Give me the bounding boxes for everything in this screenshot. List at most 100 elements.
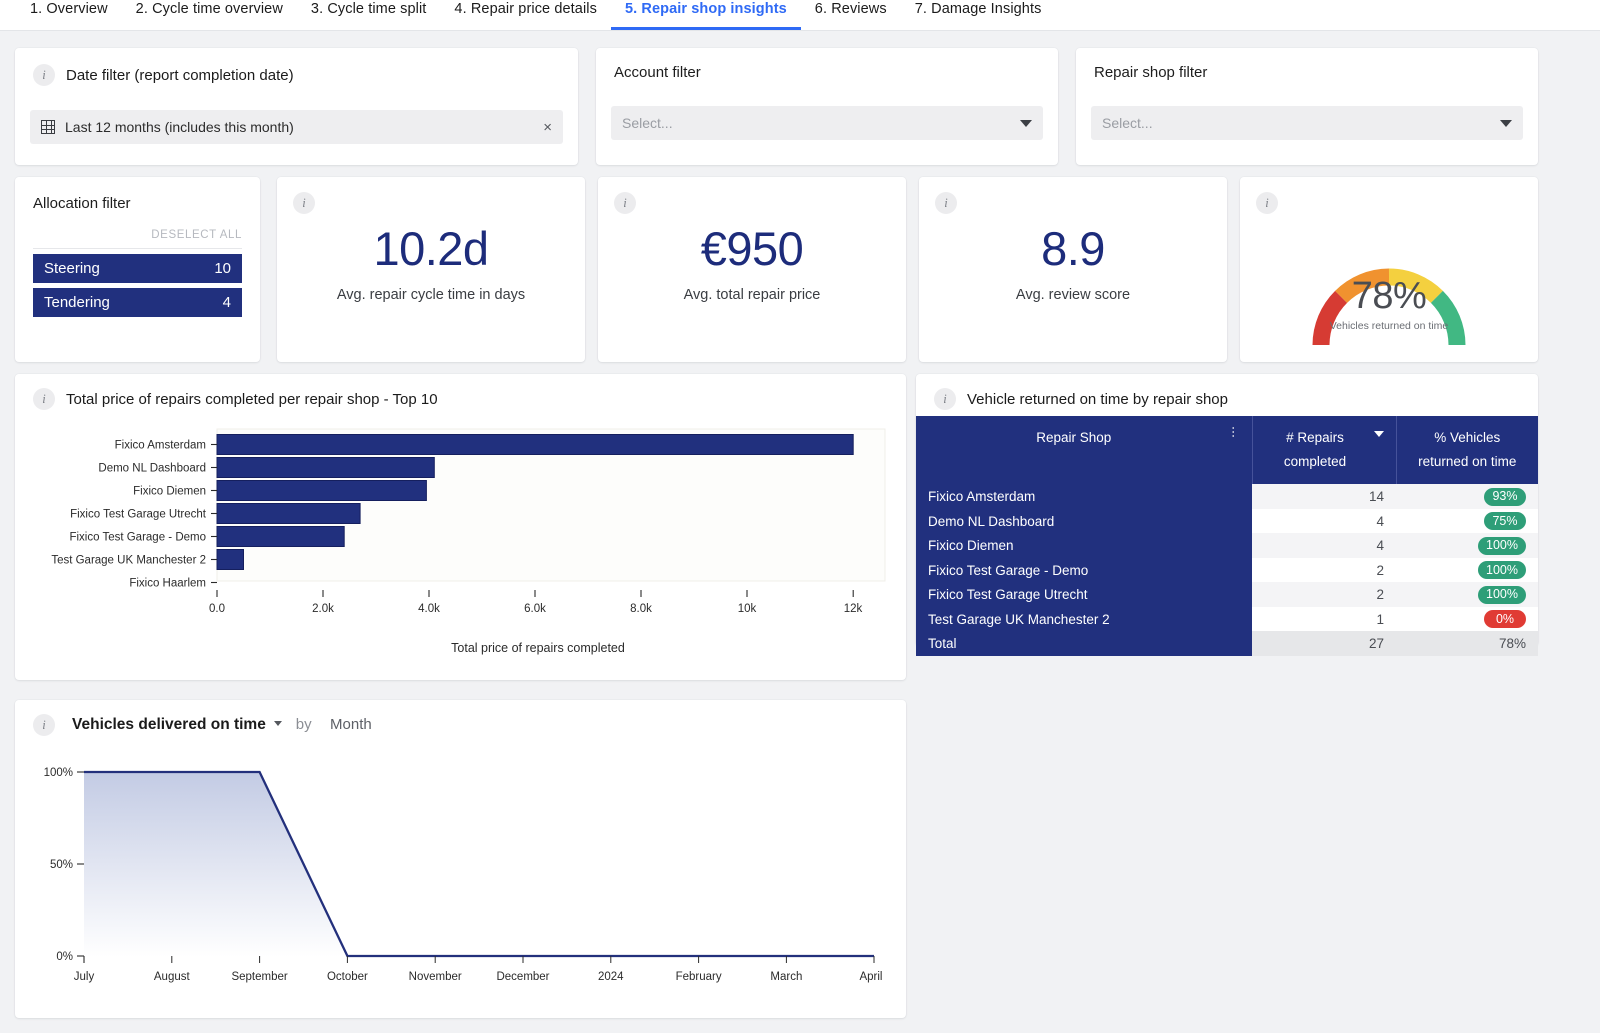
info-icon[interactable]: i xyxy=(33,388,55,410)
table-row[interactable]: Fixico Test Garage - Demo 2 100% xyxy=(916,557,1538,583)
allocation-item-steering[interactable]: Steering 10 xyxy=(33,254,242,283)
date-filter-title: Date filter (report completion date) xyxy=(66,66,294,84)
sort-descending-icon[interactable] xyxy=(1373,431,1384,437)
tab-cycle-time-overview[interactable]: 2. Cycle time overview xyxy=(122,0,297,27)
allocation-item-label: Tendering xyxy=(44,294,110,311)
info-icon[interactable]: i xyxy=(934,388,956,410)
date-filter-input[interactable]: Last 12 months (includes this month) × xyxy=(30,110,563,144)
dashboard-page: 1. Overview 2. Cycle time overview 3. Cy… xyxy=(0,0,1600,1033)
svg-text:4.0k: 4.0k xyxy=(418,603,440,615)
svg-text:March: March xyxy=(770,971,802,983)
cell-repair-shop: Fixico Amsterdam xyxy=(916,484,1252,509)
column-header-sublabel: returned on time xyxy=(1418,453,1517,469)
account-filter-placeholder: Select... xyxy=(622,115,673,131)
column-header-repair-shop[interactable]: Repair Shop ⋯ xyxy=(916,416,1253,485)
tab-reviews[interactable]: 6. Reviews xyxy=(801,0,901,27)
svg-text:50%: 50% xyxy=(50,859,73,871)
cell-repairs: 2 xyxy=(1376,587,1384,602)
account-filter-select[interactable]: Select... xyxy=(611,106,1043,140)
status-badge: 93% xyxy=(1484,487,1526,506)
table-header-row: Repair Shop ⋯ # Repairs completed % Vehi… xyxy=(916,416,1538,485)
status-badge: 75% xyxy=(1484,512,1526,530)
cell-pct: 93% xyxy=(1396,484,1538,509)
bar-fixico-test-garage-utrecht xyxy=(216,503,361,524)
allocation-item-tendering[interactable]: Tendering 4 xyxy=(33,288,242,317)
table-title: Vehicle returned on time by repair shop xyxy=(967,390,1228,408)
kpi-card-review-score: i 8.9 Avg. review score xyxy=(919,177,1227,362)
account-filter-title: Account filter xyxy=(614,64,701,81)
info-icon[interactable]: i xyxy=(293,192,315,214)
table-row[interactable]: Test Garage UK Manchester 2 1 0% xyxy=(916,606,1538,632)
cell-repair-shop: Fixico Test Garage - Demo xyxy=(916,557,1252,583)
tab-cycle-time-split[interactable]: 3. Cycle time split xyxy=(297,0,441,27)
table-row[interactable]: Fixico Test Garage Utrecht 2 100% xyxy=(916,582,1538,607)
table-total-row: Total 27 78% xyxy=(916,631,1538,656)
tab-damage-insights[interactable]: 7. Damage Insights xyxy=(901,0,1056,27)
bar-test-garage-uk-manchester-2 xyxy=(216,549,244,570)
tab-repair-shop-insights[interactable]: 5. Repair shop insights xyxy=(610,0,801,30)
line-chart-panel: i Vehicles delivered on time by Month 10… xyxy=(15,700,906,1018)
kpi-card-repair-price: i €950 Avg. total repair price xyxy=(598,177,906,362)
allocation-filter-card: Allocation filter DESELECT ALL Steering … xyxy=(15,177,260,362)
table-row[interactable]: Fixico Diemen 4 100% xyxy=(916,533,1538,558)
cell-repairs: 4 xyxy=(1376,513,1384,529)
cell-repair-shop: Test Garage UK Manchester 2 xyxy=(916,606,1252,632)
line-chart-y-ticklabels: 100% 50% 0% xyxy=(44,767,73,963)
cell-pct: 75% xyxy=(1396,509,1538,534)
svg-text:Fixico Haarlem: Fixico Haarlem xyxy=(129,578,206,590)
svg-text:100%: 100% xyxy=(44,767,73,779)
svg-text:0%: 0% xyxy=(56,951,73,963)
cell-total-repairs: 27 xyxy=(1252,631,1396,656)
column-header-pct-vehicles[interactable]: % Vehicles returned on time xyxy=(1396,416,1538,485)
kpi-value: €950 xyxy=(700,222,804,275)
svg-text:Fixico Diemen: Fixico Diemen xyxy=(133,486,206,498)
bar-chart-x-ticklabels: 0.0 2.0k 4.0k 6.0k 8.0k 10k 12k xyxy=(209,603,863,615)
tab-bar: 1. Overview 2. Cycle time overview 3. Cy… xyxy=(0,0,1600,31)
column-header-repairs-completed[interactable]: # Repairs completed xyxy=(1252,416,1397,485)
info-icon[interactable]: i xyxy=(935,192,957,214)
deselect-all-button[interactable]: DESELECT ALL xyxy=(33,229,242,249)
granularity-value[interactable]: Month xyxy=(330,716,372,733)
clear-date-filter-icon[interactable]: × xyxy=(543,119,552,136)
repair-shop-filter-placeholder: Select... xyxy=(1102,115,1153,131)
calendar-icon xyxy=(41,120,55,134)
kpi-caption: Avg. total repair price xyxy=(683,287,821,303)
info-icon[interactable]: i xyxy=(614,192,636,214)
allocation-filter-title: Allocation filter xyxy=(33,195,131,212)
info-icon[interactable]: i xyxy=(33,714,55,736)
line-chart-svg: 100% 50% 0% July August September Octobe… xyxy=(44,767,883,983)
metric-dropdown-label[interactable]: Vehicles delivered on time xyxy=(72,716,266,733)
bar-chart-svg: Fixico Amsterdam Demo NL Dashboard Fixic… xyxy=(51,428,886,655)
column-menu-icon[interactable]: ⋯ xyxy=(1227,426,1241,438)
table-row[interactable]: Fixico Amsterdam 14 93% xyxy=(916,484,1538,509)
tab-overview[interactable]: 1. Overview xyxy=(16,0,122,27)
repair-shop-table-panel: i Vehicle returned on time by repair sho… xyxy=(916,374,1538,656)
svg-text:0.0: 0.0 xyxy=(209,603,225,615)
chevron-down-icon[interactable] xyxy=(274,721,283,727)
svg-text:2024: 2024 xyxy=(598,971,624,983)
cell-pct: 100% xyxy=(1396,558,1538,583)
column-header-label: % Vehicles xyxy=(1434,430,1501,445)
area-fill xyxy=(84,772,874,957)
info-icon[interactable]: i xyxy=(33,64,55,86)
svg-text:November: November xyxy=(409,971,462,983)
svg-text:October: October xyxy=(327,971,368,983)
svg-text:Demo NL Dashboard: Demo NL Dashboard xyxy=(98,463,206,475)
chevron-down-icon[interactable] xyxy=(1500,119,1512,127)
gauge-value: 78% xyxy=(1351,275,1427,317)
allocation-item-count: 4 xyxy=(222,294,231,311)
by-word: by xyxy=(295,716,312,733)
bar-demo-nl-dashboard xyxy=(216,457,435,478)
cell-total-pct: 78% xyxy=(1396,631,1538,656)
svg-text:Test Garage UK Manchester 2: Test Garage UK Manchester 2 xyxy=(51,555,206,567)
repair-shop-filter-select[interactable]: Select... xyxy=(1091,106,1523,140)
status-badge: 100% xyxy=(1478,561,1526,579)
chevron-down-icon[interactable] xyxy=(1020,119,1032,127)
tab-repair-price-details[interactable]: 4. Repair price details xyxy=(440,0,611,27)
status-badge: 100% xyxy=(1478,585,1526,604)
table-row[interactable]: Demo NL Dashboard 4 75% xyxy=(916,508,1538,534)
bar-chart-panel: i Total price of repairs completed per r… xyxy=(15,374,906,680)
status-badge: 0% xyxy=(1484,610,1526,628)
status-badge: 100% xyxy=(1478,536,1526,555)
bar-fixico-test-garage-demo xyxy=(216,526,345,547)
